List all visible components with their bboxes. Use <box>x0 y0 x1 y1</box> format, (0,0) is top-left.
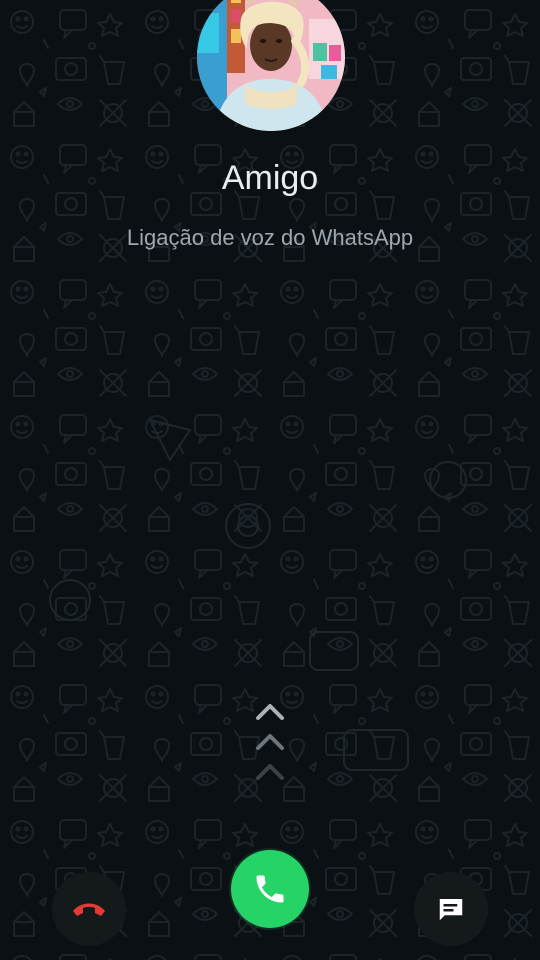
call-type-label: Ligação de voz do WhatsApp <box>126 225 414 250</box>
chevron-up-icon <box>256 704 284 780</box>
swipe-up-hint <box>256 704 284 780</box>
phone-hangup-icon <box>73 903 105 916</box>
accept-call-button[interactable] <box>231 850 309 928</box>
message-icon <box>439 899 463 921</box>
decline-call-button[interactable] <box>52 872 126 946</box>
reply-message-button[interactable] <box>414 872 488 946</box>
incoming-call-screen: Amigo Ligação de voz do WhatsApp <box>0 0 540 960</box>
caller-name: Amigo <box>221 159 319 197</box>
doodle-background <box>0 0 540 960</box>
phone-icon <box>256 875 284 903</box>
